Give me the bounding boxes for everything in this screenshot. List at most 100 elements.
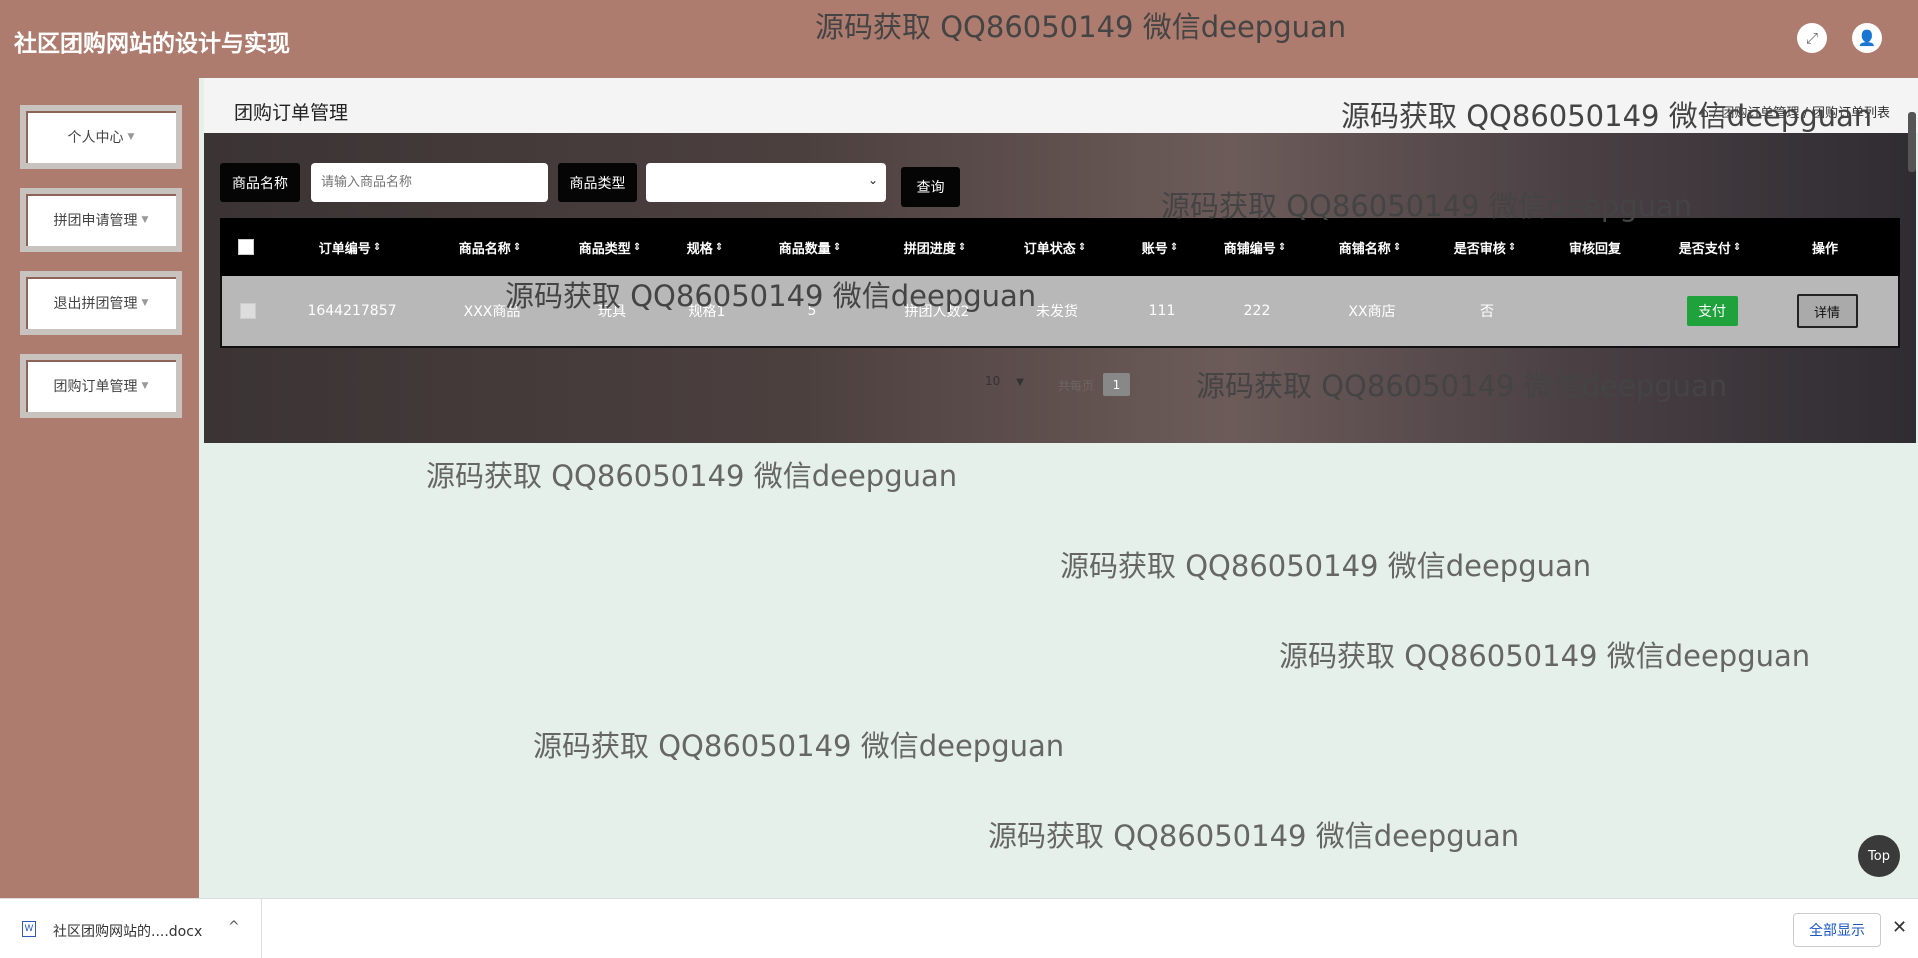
page-title: 团购订单管理 [234,102,349,124]
caret-down-icon: ▼ [141,381,149,391]
sort-icon: ⇕ [1277,241,1287,253]
caret-down-icon: ▼ [141,298,149,308]
sidebar-item-label: 团购订单管理 [53,379,138,395]
column-header-label: 是否支付 [1678,241,1731,257]
cell-shop-no: 222 [1243,303,1271,319]
column-header-label: 拼团进度 [903,241,956,257]
select-all-checkbox[interactable] [238,239,254,255]
sort-icon: ⇕ [1392,241,1402,253]
column-header-label: 规格 [686,241,713,257]
sidebar-item-group-exit[interactable]: 退出拼团管理 ▼ [20,271,182,335]
column-header[interactable]: 订单状态 ⇕ [1010,218,1100,276]
watermark: 源码获取 QQ86050149 微信deepguan [1341,99,1873,133]
column-header-label: 商品类型 [578,241,631,257]
column-header: 操作 [1780,218,1870,276]
select-all-cell [220,218,272,276]
cell-actions: 详情 [1782,276,1872,346]
sidebar-item-label: 退出拼团管理 [53,296,138,312]
product-name-label: 商品名称 [220,163,300,202]
page-info: 共每页 [1058,379,1095,393]
watermark: 源码获取 QQ86050149 微信deepguan [988,819,1520,853]
column-header: 审核回复 [1550,218,1640,276]
chevron-up-icon[interactable]: ^ [228,919,240,935]
column-header-label: 账号 [1141,241,1168,257]
user-avatar-icon[interactable]: 👤 [1852,23,1882,53]
watermark: 源码获取 QQ86050149 微信deepguan [505,279,1037,313]
sort-icon: ⇕ [372,241,382,253]
sidebar: 个人中心 ▼ 拼团申请管理 ▼ 退出拼团管理 ▼ 团购订单管理 ▼ [0,78,199,898]
column-header-label: 审核回复 [1568,241,1621,257]
query-button[interactable]: 查询 [901,167,960,207]
download-item[interactable]: W 社区团购网站的....docx ^ [0,899,262,958]
column-header[interactable]: 商铺名称 ⇕ [1325,218,1415,276]
table-row[interactable]: 1644217857 XXX商品 玩具 规格1 5 拼团人数2 未发货 111 … [220,276,1900,348]
product-name-input[interactable] [311,163,548,202]
row-checkbox[interactable] [240,303,256,319]
watermark: 源码获取 QQ86050149 微信deepguan [1060,549,1592,583]
column-header-label: 商铺编号 [1223,241,1276,257]
scrollbar[interactable] [1908,112,1916,172]
column-header[interactable]: 账号 ⇕ [1130,218,1190,276]
watermark: 源码获取 QQ86050149 微信deepguan [533,729,1065,763]
sort-icon: ⇕ [1507,241,1517,253]
chevron-down-icon: ▼ [1016,377,1024,388]
close-icon[interactable]: ✕ [1892,917,1907,938]
column-header-label: 是否审核 [1453,241,1506,257]
product-type-label: 商品类型 [558,163,637,202]
download-bar: W 社区团购网站的....docx ^ 全部显示 ✕ [0,898,1918,958]
chevron-down-icon: ⌄ [867,173,878,187]
sort-icon: ⇕ [512,241,522,253]
watermark: 源码获取 QQ86050149 微信deepguan [1161,189,1693,223]
column-header-label: 商品名称 [458,241,511,257]
page-size-value: 10 [985,374,1001,388]
sidebar-item-personal-center[interactable]: 个人中心 ▼ [20,105,182,169]
watermark: 源码获取 QQ86050149 微信deepguan [426,459,958,493]
fullscreen-icon[interactable]: ⤢ [1797,23,1827,53]
sort-icon: ⇕ [832,241,842,253]
orders-table: 订单编号 ⇕ 商品名称 ⇕ 商品类型 ⇕ 规格 ⇕ 商品数量 ⇕ 拼团进度 ⇕ 订单状态 ⇕ … [220,218,1900,348]
column-header-label: 操作 [1811,241,1838,257]
sort-icon: ⇕ [1077,241,1087,253]
sort-icon: ⇕ [714,241,724,253]
cell-reviewed: 否 [1480,304,1494,320]
app-title: 社区团购网站的设计与实现 [14,31,290,57]
page-size-select[interactable]: 10 ▼ [985,374,1024,388]
column-header[interactable]: 是否支付 ⇕ [1660,218,1760,276]
column-header[interactable]: 商铺编号 ⇕ [1210,218,1300,276]
word-document-icon: W [22,921,36,937]
cell-order-no: 1644217857 [307,303,397,319]
column-header[interactable]: 规格 ⇕ [670,218,740,276]
caret-down-icon: ▼ [127,132,135,142]
download-file-name: 社区团购网站的....docx [53,924,203,940]
column-header[interactable]: 拼团进度 ⇕ [885,218,985,276]
cell-account: 111 [1148,303,1176,319]
cell-shop-name: XX商店 [1348,304,1396,320]
sort-icon: ⇕ [1169,241,1179,253]
page-number-button[interactable]: 1 [1103,373,1130,396]
cell-review-reply [1552,276,1642,346]
product-type-select[interactable]: ⌄ [646,163,886,202]
column-header[interactable]: 商品名称 ⇕ [430,218,550,276]
column-header[interactable]: 商品类型 ⇕ [565,218,655,276]
column-header-label: 商品数量 [778,241,831,257]
show-all-button[interactable]: 全部显示 [1793,913,1881,947]
pay-button[interactable]: 支付 [1686,296,1738,326]
sidebar-item-label: 个人中心 [67,130,124,146]
sidebar-item-group-orders[interactable]: 团购订单管理 ▼ [20,354,182,418]
sidebar-item-group-apply[interactable]: 拼团申请管理 ▼ [20,188,182,252]
detail-button[interactable]: 详情 [1796,294,1858,328]
column-header-label: 订单状态 [1023,241,1076,257]
caret-down-icon: ▼ [141,215,149,225]
cell-pay: 支付 [1662,276,1762,346]
column-header-label: 订单编号 [318,241,371,257]
sort-icon: ⇕ [1732,241,1742,253]
column-header[interactable]: 是否审核 ⇕ [1440,218,1530,276]
back-to-top-button[interactable]: Top [1858,835,1900,877]
column-header[interactable]: 商品数量 ⇕ [760,218,860,276]
watermark: 源码获取 QQ86050149 微信deepguan [815,10,1347,44]
row-select-cell [222,276,274,346]
column-header-label: 商铺名称 [1338,241,1391,257]
table-header: 订单编号 ⇕ 商品名称 ⇕ 商品类型 ⇕ 规格 ⇕ 商品数量 ⇕ 拼团进度 ⇕ 订单状态 ⇕ … [220,218,1900,276]
watermark: 源码获取 QQ86050149 微信deepguan [1279,639,1811,673]
column-header[interactable]: 订单编号 ⇕ [290,218,410,276]
